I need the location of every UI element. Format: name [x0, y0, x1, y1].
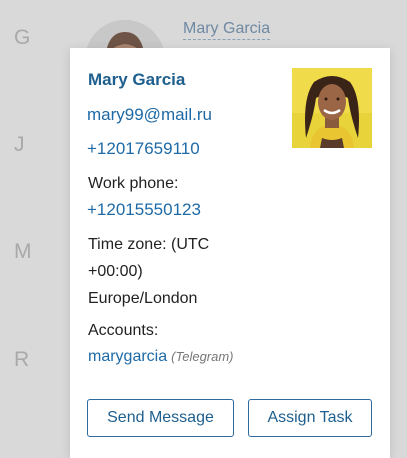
account-row: marygarcia (Telegram): [88, 348, 234, 366]
timezone-text: Time zone: (UTC +00:00) Europe/London: [88, 231, 238, 312]
phone-link[interactable]: +12017659110: [87, 139, 200, 159]
accounts-label: Accounts:: [88, 322, 159, 339]
contact-photo: [292, 68, 372, 148]
index-letter-g: G: [14, 26, 31, 49]
index-letter-j: J: [14, 133, 25, 156]
contact-popup-card: Mary Garcia mary99@mail.ru +12017659110 …: [70, 48, 390, 458]
index-letter-r: R: [14, 348, 30, 371]
work-phone-link[interactable]: +12015550123: [87, 200, 201, 220]
assign-task-button[interactable]: Assign Task: [248, 399, 372, 437]
work-phone-label: Work phone:: [88, 175, 179, 192]
timezone-line-2: +00:00): [88, 263, 143, 280]
contact-name: Mary Garcia: [88, 70, 186, 89]
email-link[interactable]: mary99@mail.ru: [87, 105, 212, 125]
send-message-button[interactable]: Send Message: [87, 399, 234, 437]
timezone-line-3: Europe/London: [88, 290, 198, 307]
account-link[interactable]: marygarcia: [88, 348, 167, 365]
timezone-line-1: Time zone: (UTC: [88, 236, 210, 253]
account-type: (Telegram): [171, 349, 234, 364]
contact-name-link[interactable]: Mary Garcia: [183, 19, 271, 40]
index-letter-m: M: [14, 240, 32, 263]
contact-photo-icon: [292, 68, 372, 148]
